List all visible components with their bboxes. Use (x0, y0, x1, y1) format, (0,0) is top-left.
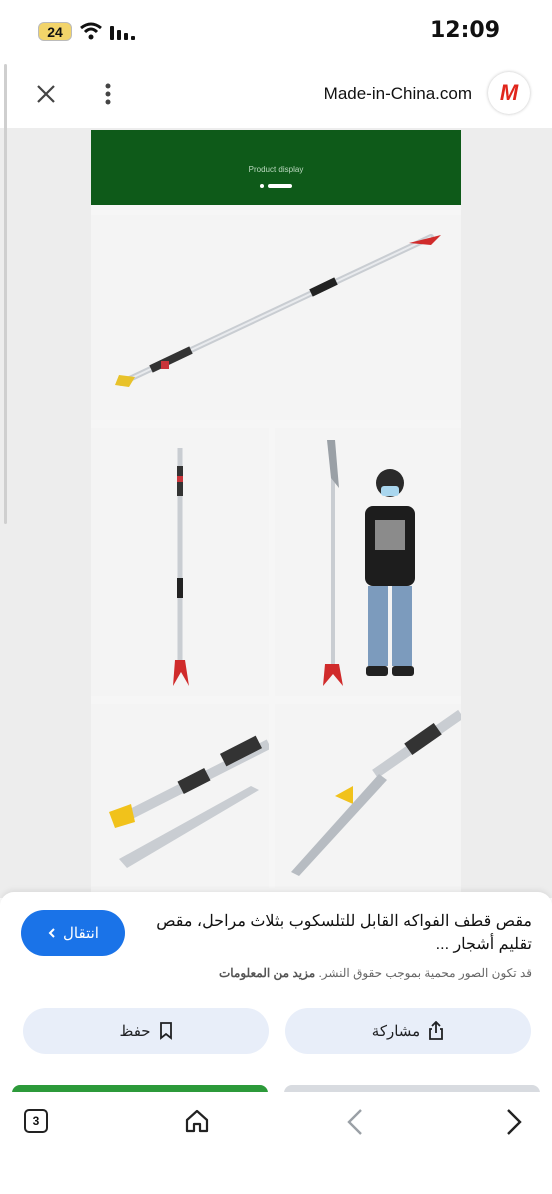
copyright-notice: قد تكون الصور محمية بموجب حقوق النشر. مز… (112, 966, 532, 980)
share-label: مشاركة (371, 1023, 421, 1040)
save-button[interactable]: حفظ (23, 1008, 269, 1054)
result-title[interactable]: مقص قطف الفواكه القابل للتلسكوب بثلاث مر… (152, 910, 532, 956)
battery-indicator: 24 (38, 22, 72, 41)
save-label: حفظ (119, 1023, 151, 1040)
more-vert-icon[interactable] (104, 82, 112, 106)
banner-text: Product display (248, 165, 304, 174)
visit-button[interactable]: انتقال (21, 910, 125, 956)
signal-icon (110, 26, 135, 40)
close-icon[interactable] (36, 84, 56, 104)
bottom-navigation (0, 1092, 552, 1194)
forward-arrow-icon[interactable] (504, 1108, 524, 1136)
product-photo-saw-head (91, 704, 272, 888)
share-icon (429, 1021, 444, 1040)
clock: 12:09 (429, 18, 500, 43)
product-photo-main (91, 215, 461, 420)
back-arrow-icon[interactable] (345, 1108, 365, 1136)
home-icon[interactable] (184, 1108, 210, 1134)
site-name[interactable]: Made-in-China.com (324, 84, 472, 104)
chevron-left-icon (48, 928, 55, 938)
status-bar: 24 12:09 (0, 0, 552, 64)
learn-more-link[interactable]: مزيد من المعلومات (219, 966, 315, 980)
product-image[interactable] (91, 130, 461, 894)
share-button[interactable]: مشاركة (285, 1008, 531, 1054)
bookmark-icon (159, 1022, 172, 1040)
scrollbar[interactable] (4, 64, 7, 524)
site-logo: M (488, 72, 530, 114)
wifi-icon (80, 22, 102, 40)
product-photo-vertical (91, 428, 269, 696)
product-photo-saw-blade (275, 704, 461, 888)
product-photo-person (275, 428, 461, 696)
visit-button-label: انتقال (63, 925, 99, 942)
carousel-indicator (260, 184, 292, 188)
copyright-text: قد تكون الصور محمية بموجب حقوق النشر. (318, 966, 532, 980)
tab-switcher-button[interactable]: 3 (24, 1109, 48, 1133)
